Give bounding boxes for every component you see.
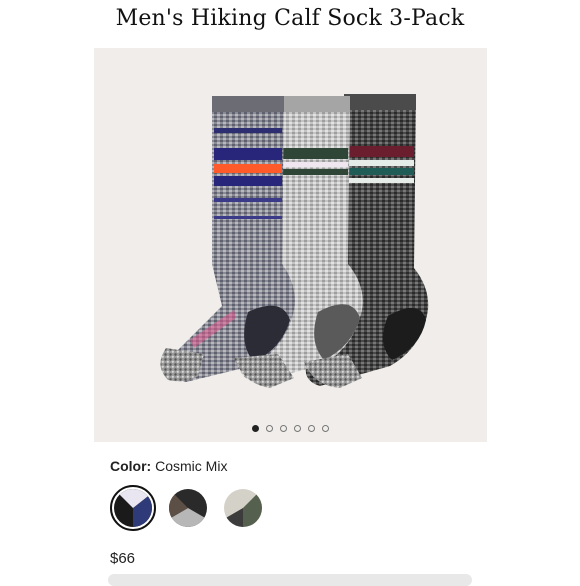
carousel-dot[interactable]: [294, 425, 301, 432]
swatch-icon: [114, 489, 152, 527]
color-value: Cosmic Mix: [155, 458, 228, 474]
product-gallery[interactable]: [94, 48, 487, 442]
socks-product-image: [160, 94, 429, 388]
carousel-dot[interactable]: [252, 425, 259, 432]
swatch-stone-mix[interactable]: [220, 485, 266, 531]
swatch-icon: [224, 489, 262, 527]
color-selection-label: Color: Cosmic Mix: [110, 458, 227, 474]
color-label: Color:: [110, 458, 152, 474]
sock-navy: [160, 96, 295, 382]
carousel-dot[interactable]: [322, 425, 329, 432]
carousel-dot[interactable]: [266, 425, 273, 432]
color-swatches: [110, 485, 266, 531]
swatch-cosmic-mix[interactable]: [110, 485, 156, 531]
carousel-dot[interactable]: [308, 425, 315, 432]
add-to-cart-bar[interactable]: [108, 574, 472, 586]
swatch-earth-mix[interactable]: [165, 485, 211, 531]
carousel-dot[interactable]: [280, 425, 287, 432]
carousel-dots: [94, 425, 487, 432]
product-price: $66: [110, 550, 136, 567]
product-title: Men's Hiking Calf Sock 3-Pack: [115, 6, 465, 31]
swatch-icon: [169, 489, 207, 527]
